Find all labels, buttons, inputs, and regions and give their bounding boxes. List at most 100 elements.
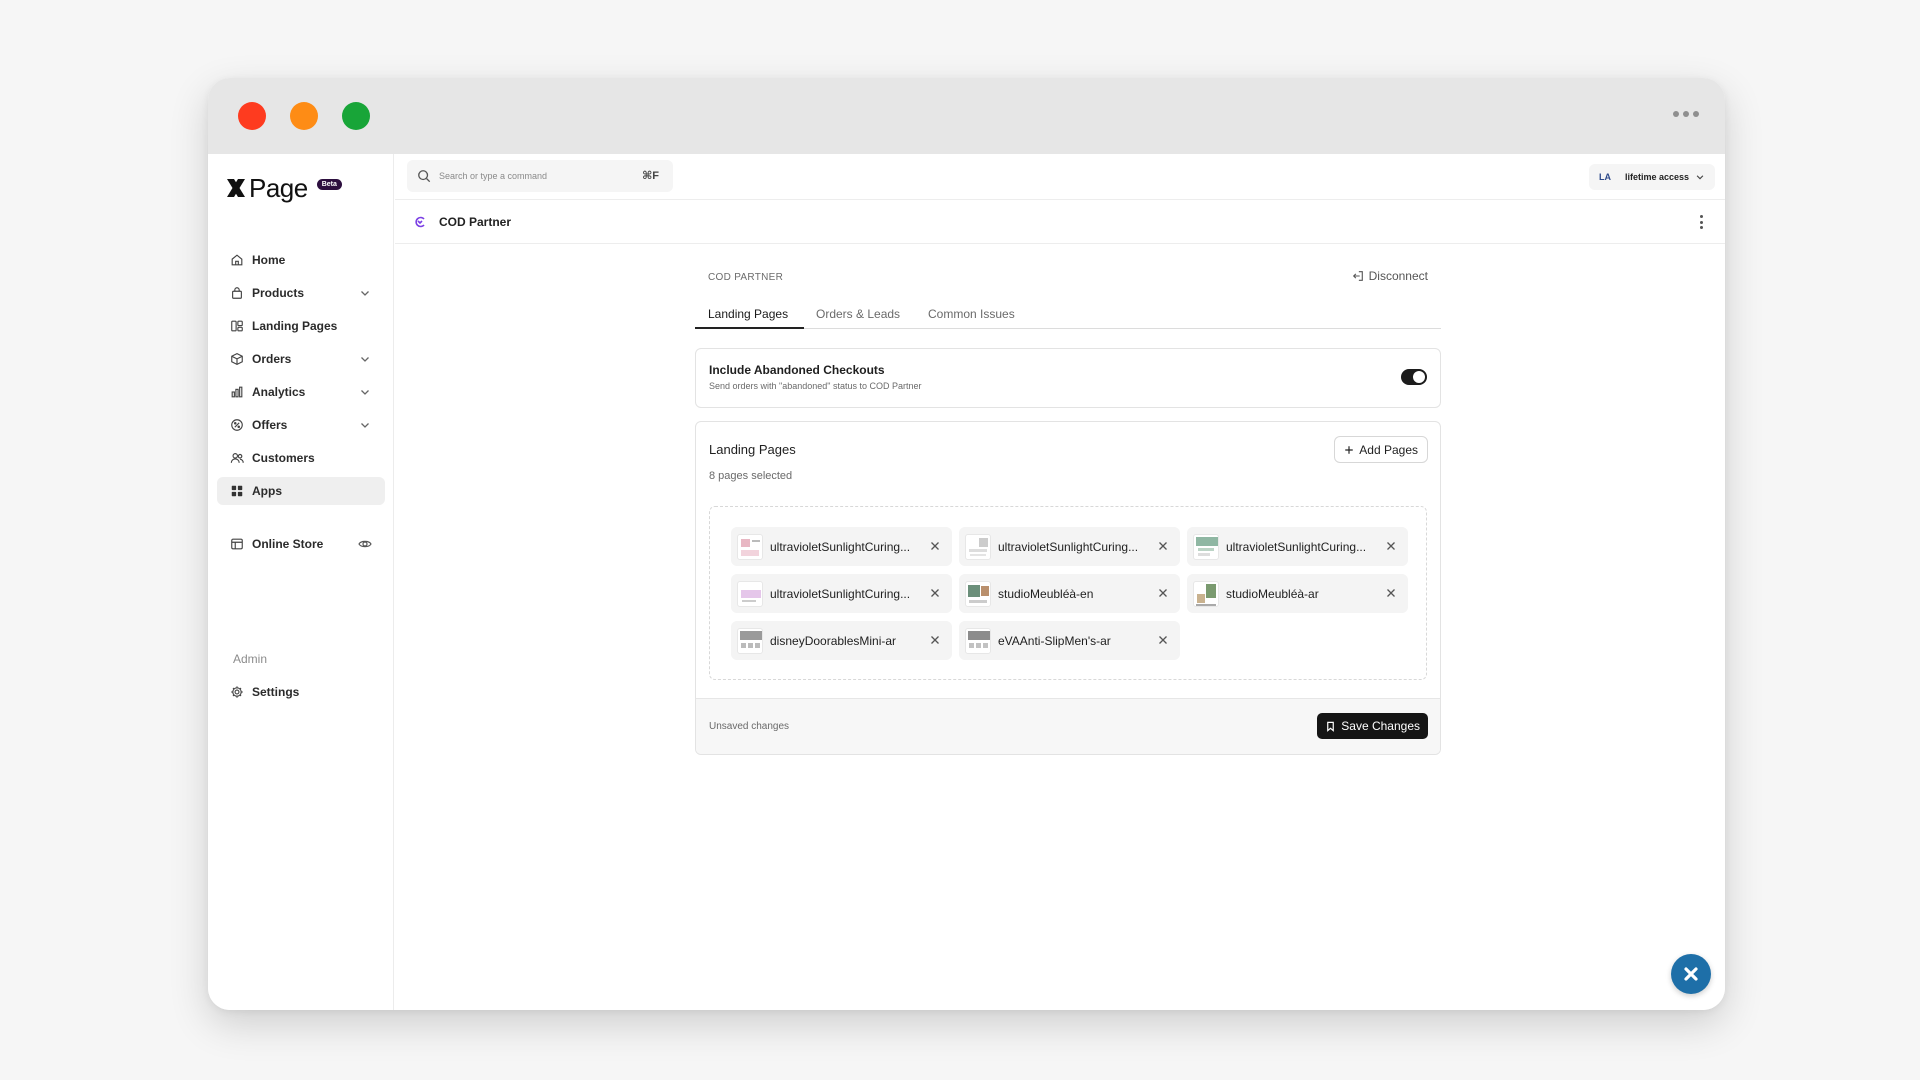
minimize-window-button[interactable]: [290, 102, 318, 130]
page-thumbnail: [965, 580, 991, 607]
page-chip[interactable]: ultravioletSunlightCuring...: [959, 527, 1180, 566]
close-window-button[interactable]: [238, 102, 266, 130]
remove-page-icon[interactable]: [930, 635, 940, 645]
sidebar-item-settings[interactable]: Settings: [217, 678, 385, 706]
save-changes-button[interactable]: Save Changes: [1317, 713, 1428, 739]
page-chip[interactable]: eVAAnti-SlipMen's-ar: [959, 621, 1180, 660]
search-bar[interactable]: ⌘F: [407, 160, 673, 192]
store-icon: [229, 536, 245, 552]
page-thumbnail: [737, 627, 763, 654]
sidebar-item-home[interactable]: Home: [217, 246, 385, 274]
sidebar-item-landing-pages[interactable]: Landing Pages: [217, 312, 385, 340]
support-widget-button[interactable]: [1671, 954, 1711, 994]
sidebar-item-label: Offers: [252, 418, 288, 432]
browser-window: Page Beta Home Products Landing Pages Or…: [208, 78, 1725, 1010]
page-chip[interactable]: studioMeubléà-en: [959, 574, 1180, 613]
sidebar-item-label: Orders: [252, 352, 292, 366]
logout-icon: [1352, 271, 1363, 281]
search-input[interactable]: [439, 171, 629, 181]
layout-icon: [229, 318, 245, 334]
tab-common-issues[interactable]: Common Issues: [928, 307, 1015, 321]
account-plan-label: lifetime access: [1624, 172, 1689, 182]
more-options-icon[interactable]: [1699, 215, 1703, 229]
remove-page-icon[interactable]: [1386, 588, 1396, 598]
tab-bar: Landing Pages Orders & Leads Common Issu…: [695, 296, 1441, 329]
home-icon: [229, 252, 245, 268]
sidebar-item-label: Landing Pages: [252, 319, 338, 333]
remove-page-icon[interactable]: [1158, 588, 1168, 598]
sidebar-item-label: Products: [252, 286, 305, 300]
brand-logo[interactable]: Page Beta: [224, 173, 342, 203]
search-shortcut: ⌘F: [642, 170, 659, 182]
page-chip[interactable]: ultravioletSunlightCuring...: [731, 574, 952, 613]
close-x-icon: [1684, 967, 1698, 981]
page-thumbnail: [965, 533, 991, 560]
chevron-down-icon[interactable]: [359, 287, 371, 299]
sidebar-item-label: Settings: [252, 685, 300, 699]
page-name: studioMeubléà-en: [998, 586, 1094, 601]
sidebar-item-label: Analytics: [252, 385, 306, 399]
abandoned-checkouts-toggle[interactable]: [1401, 369, 1427, 385]
abandoned-checkouts-card: Include Abandoned Checkouts Send orders …: [695, 348, 1441, 408]
sidebar-item-offers[interactable]: Offers: [217, 411, 385, 439]
chevron-down-icon: [1696, 175, 1704, 180]
add-pages-button[interactable]: Add Pages: [1334, 436, 1428, 463]
selected-pages-list: ultravioletSunlightCuring... ultraviolet…: [709, 506, 1427, 680]
sidebar-item-analytics[interactable]: Analytics: [217, 378, 385, 406]
page-thumbnail: [737, 580, 763, 607]
page-chip[interactable]: studioMeubléà-ar: [1187, 574, 1408, 613]
section-label: COD PARTNER: [708, 272, 784, 283]
chevron-down-icon[interactable]: [359, 386, 371, 398]
brand-name: Page: [249, 173, 308, 203]
disconnect-label: Disconnect: [1368, 269, 1428, 283]
sidebar-item-apps[interactable]: Apps: [217, 477, 385, 505]
chevron-down-icon[interactable]: [359, 419, 371, 431]
unsaved-changes-status: Unsaved changes: [709, 721, 790, 732]
sidebar-item-label: Online Store: [252, 537, 324, 551]
bag-icon: [229, 285, 245, 301]
sidebar-item-customers[interactable]: Customers: [217, 444, 385, 472]
brand-x-icon: [227, 179, 245, 197]
tab-landing-pages[interactable]: Landing Pages: [708, 307, 788, 321]
page-chip[interactable]: ultravioletSunlightCuring...: [1187, 527, 1408, 566]
sidebar-item-label: Home: [252, 253, 286, 267]
remove-page-icon[interactable]: [930, 541, 940, 551]
remove-page-icon[interactable]: [1158, 541, 1168, 551]
page-thumbnail: [1193, 533, 1219, 560]
abandoned-checkouts-title: Include Abandoned Checkouts: [709, 363, 885, 377]
plus-icon: [1345, 445, 1354, 454]
main-area: ⌘F LA lifetime access COD Partner COD PA…: [395, 154, 1725, 1010]
remove-page-icon[interactable]: [1386, 541, 1396, 551]
bar-chart-icon: [229, 384, 245, 400]
tab-orders-leads[interactable]: Orders & Leads: [816, 307, 900, 321]
sidebar: Page Beta Home Products Landing Pages Or…: [208, 154, 394, 1010]
app-header: COD Partner: [395, 200, 1725, 244]
page-thumbnail: [965, 627, 991, 654]
pages-selected-count: 8 pages selected: [709, 470, 793, 482]
chevron-down-icon[interactable]: [359, 353, 371, 365]
sidebar-item-products[interactable]: Products: [217, 279, 385, 307]
abandoned-checkouts-description: Send orders with "abandoned" status to C…: [709, 381, 922, 391]
disconnect-button[interactable]: Disconnect: [1352, 269, 1428, 283]
maximize-window-button[interactable]: [342, 102, 370, 130]
landing-pages-title: Landing Pages: [709, 442, 796, 457]
remove-page-icon[interactable]: [930, 588, 940, 598]
window-menu-icon[interactable]: [1673, 111, 1699, 117]
eye-icon[interactable]: [358, 537, 372, 551]
top-bar: ⌘F LA lifetime access: [395, 154, 1725, 200]
sidebar-item-online-store[interactable]: Online Store: [217, 530, 385, 558]
bookmark-icon: [1327, 721, 1335, 732]
search-icon: [418, 170, 431, 183]
page-name: ultravioletSunlightCuring...: [1226, 539, 1367, 554]
page-thumbnail: [1193, 580, 1219, 607]
sidebar-item-label: Customers: [252, 451, 315, 465]
page-name: eVAAnti-SlipMen's-ar: [998, 633, 1111, 648]
account-menu[interactable]: LA lifetime access: [1588, 164, 1715, 190]
remove-page-icon[interactable]: [1158, 635, 1168, 645]
account-initials: LA: [1598, 172, 1611, 182]
sidebar-item-orders[interactable]: Orders: [217, 345, 385, 373]
page-chip[interactable]: ultravioletSunlightCuring...: [731, 527, 952, 566]
page-chip[interactable]: disneyDoorablesMini-ar: [731, 621, 952, 660]
add-pages-label: Add Pages: [1359, 442, 1418, 457]
cod-partner-app-icon: [415, 216, 425, 228]
